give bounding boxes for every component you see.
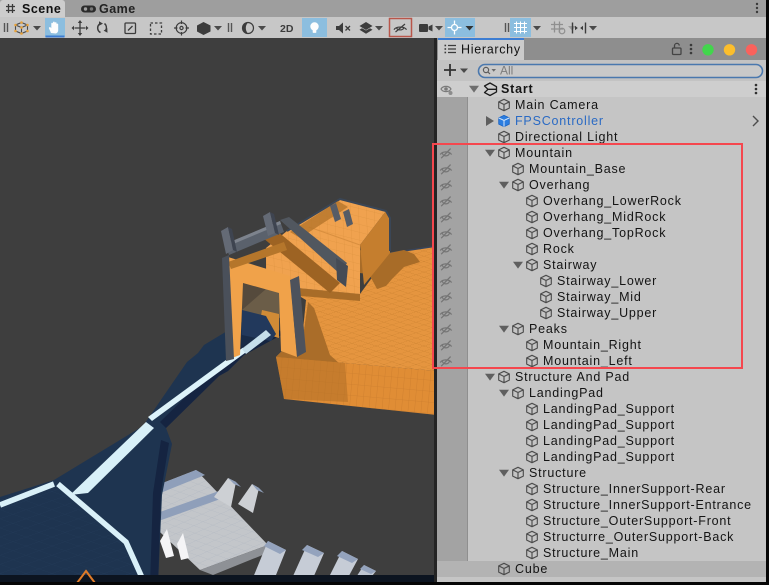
svg-text:Game: Game — [99, 2, 136, 16]
svg-text:Scene: Scene — [22, 2, 61, 16]
svg-text:Hierarchy: Hierarchy — [461, 43, 521, 57]
svg-text:All: All — [500, 64, 513, 78]
svg-text:2D: 2D — [280, 23, 294, 35]
